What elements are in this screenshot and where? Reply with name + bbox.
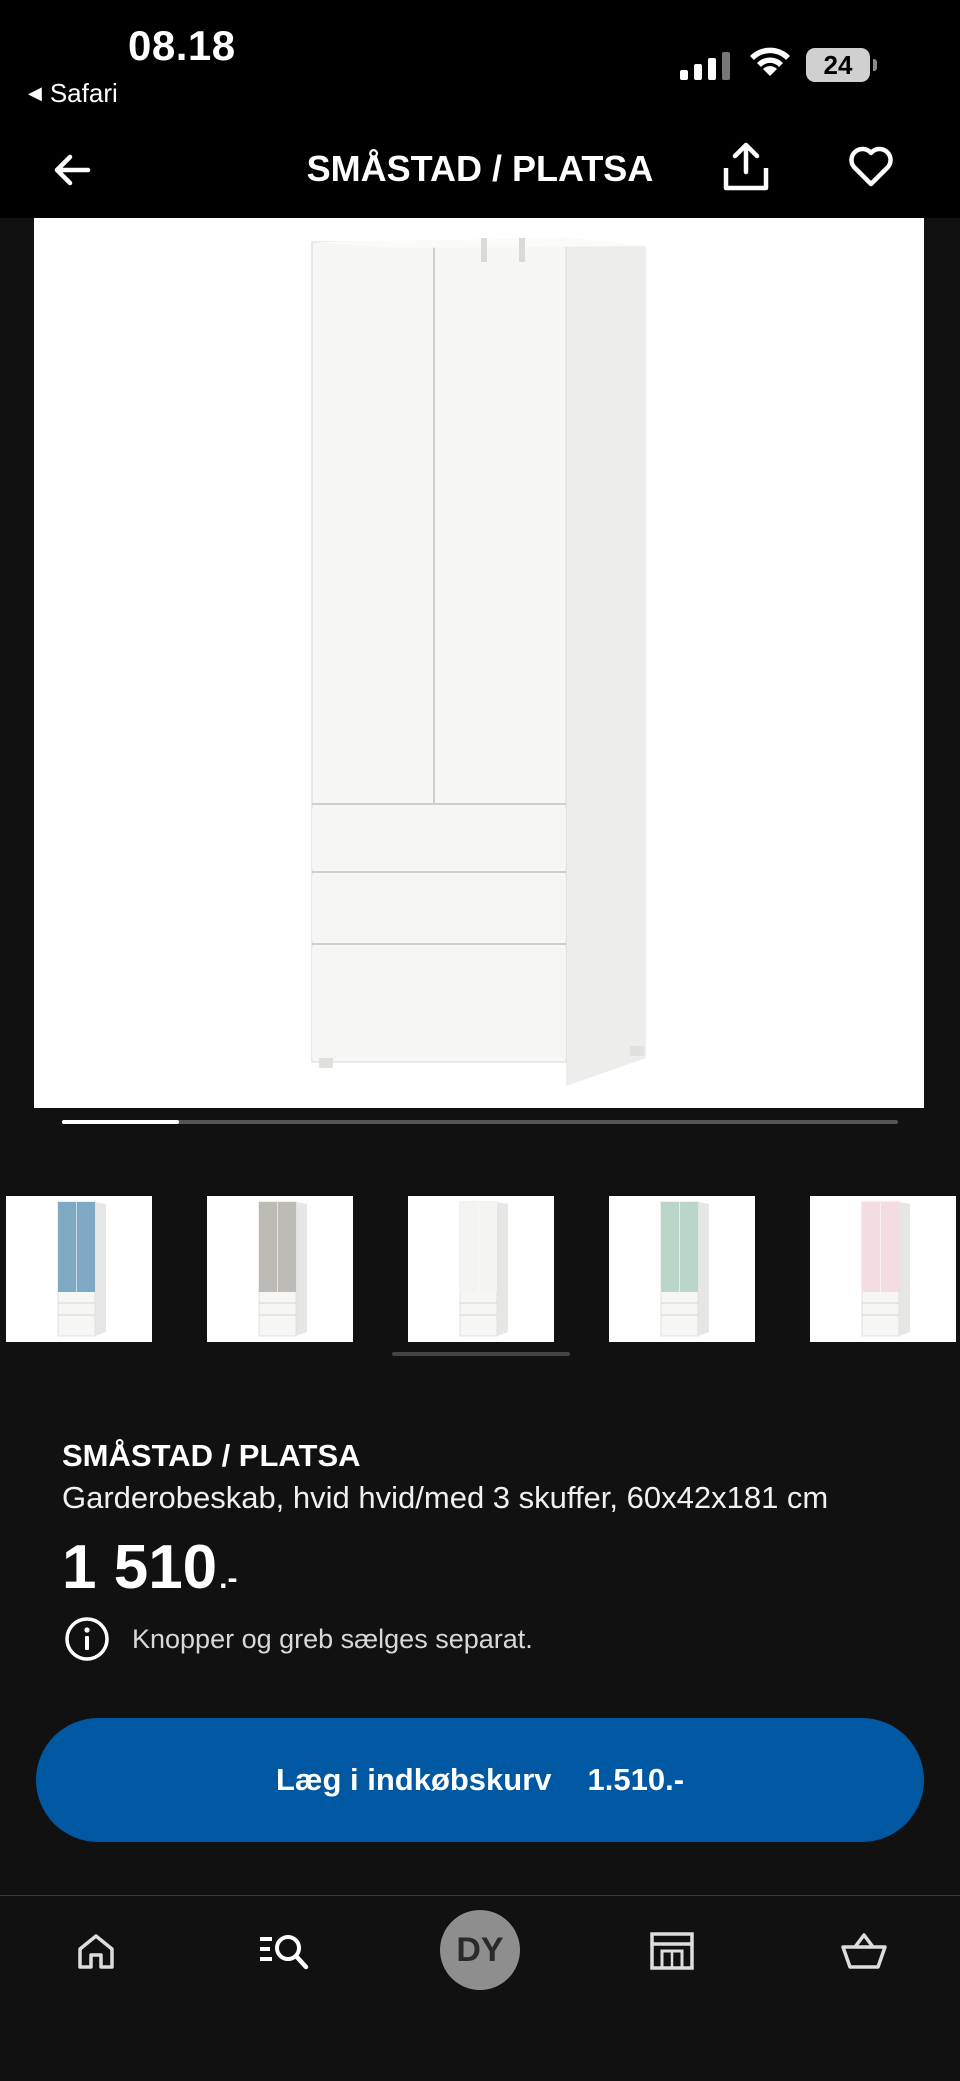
nav-header: SMÅSTAD / PLATSA — [0, 130, 960, 218]
wardrobe-illustration — [311, 238, 646, 1086]
home-icon — [78, 1934, 114, 1969]
wifi-icon — [750, 47, 790, 76]
back-app-label: Safari — [49, 78, 118, 108]
variant-thumbnail-mint[interactable] — [609, 1196, 755, 1342]
info-icon — [65, 1617, 109, 1661]
bottom-nav: DY — [0, 1896, 960, 2081]
variant-thumbnail-grey[interactable] — [207, 1196, 353, 1342]
add-to-cart-label: Læg i indkøbskurv — [275, 1762, 552, 1797]
nav-search[interactable] — [238, 1896, 334, 2006]
back-to-safari[interactable]: ◀ Safari — [28, 78, 118, 109]
thumbnail-scroll-indicator — [392, 1352, 570, 1356]
variant-thumbnail-blue[interactable] — [6, 1196, 152, 1342]
nav-basket[interactable] — [816, 1896, 912, 2006]
status-time: 08.18 — [128, 22, 236, 69]
product-description: Garderobeskab, hvid hvid/med 3 skuffer, … — [62, 1480, 829, 1515]
add-to-cart-button[interactable]: Læg i indkøbskurv 1.510.- — [36, 1718, 924, 1842]
variant-thumbnail-pink[interactable] — [810, 1196, 956, 1342]
variant-thumbnails — [0, 1196, 960, 1342]
variant-thumbnail-white[interactable] — [408, 1196, 554, 1342]
notice-text: Knopper og greb sælges separat. — [132, 1623, 533, 1654]
status-bar: 08.18 ◀ Safari 24 — [0, 0, 960, 130]
nav-stores[interactable] — [624, 1896, 720, 2006]
cellular-signal-icon — [680, 50, 730, 80]
heart-icon[interactable] — [848, 144, 894, 190]
product-image[interactable] — [34, 218, 924, 1108]
product-name: SMÅSTAD / PLATSA — [62, 1438, 361, 1473]
price-suffix: .- — [219, 1562, 238, 1595]
profile-avatar[interactable]: DY — [440, 1910, 520, 1990]
store-icon — [650, 1932, 694, 1970]
search-icon — [260, 1935, 309, 1970]
page-title: SMÅSTAD / PLATSA — [306, 148, 654, 189]
product-notice: Knopper og greb sælges separat. — [64, 1616, 533, 1662]
back-triangle-icon: ◀ — [28, 83, 42, 103]
nav-home[interactable] — [48, 1896, 144, 2006]
share-icon[interactable] — [720, 140, 772, 196]
basket-icon — [841, 1933, 887, 1969]
price-value: 1 510 — [62, 1533, 218, 1602]
image-carousel-progress — [62, 1120, 898, 1124]
battery-indicator: 24 — [806, 48, 877, 82]
add-to-cart-price: 1.510.- — [587, 1762, 685, 1797]
product-price: 1 510 .- — [62, 1532, 237, 1603]
